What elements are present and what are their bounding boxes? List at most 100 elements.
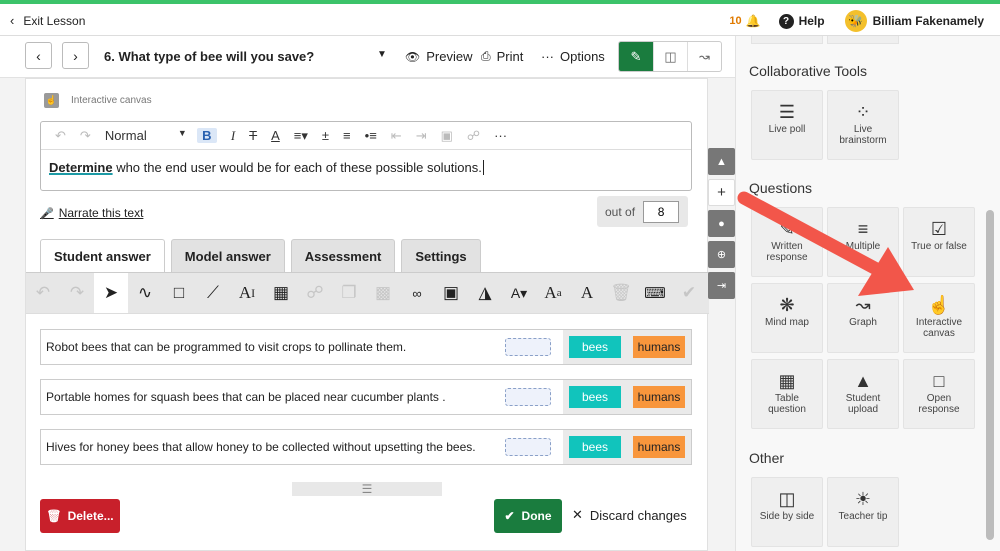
editor-body[interactable]: Determine who the end user would be for … [41,150,691,185]
tool-tile-partial[interactable] [827,36,899,44]
drop-zone[interactable] [505,388,551,406]
italic-icon[interactable]: I [231,128,235,144]
text-color-icon[interactable]: A [570,273,604,313]
options-button[interactable]: ··· Options [541,49,605,64]
next-slide-button[interactable]: › [62,42,89,69]
tool-graph[interactable]: ↝ Graph [827,283,899,353]
rectangle-icon[interactable]: □ [162,273,196,313]
bees-chip[interactable]: bees [569,386,621,408]
formula-icon[interactable]: ± [322,128,329,143]
embed-icon[interactable]: ▣ [441,128,453,144]
align-icon[interactable]: ≡▾ [294,128,308,144]
more-dots-icon[interactable]: ··· [494,128,507,143]
drop-zone[interactable] [505,338,551,356]
points-input[interactable] [643,200,680,223]
group-icon[interactable]: ❐ [332,273,366,313]
present-mode-icon[interactable]: ◫ [653,42,687,71]
sidebar-scrollbar[interactable] [986,210,994,540]
outdent-icon[interactable]: ⇤ [391,128,402,144]
link-icon[interactable]: ☍ [467,128,480,144]
tool-live-poll[interactable]: ☰ Live poll [751,90,823,160]
globe-icon[interactable]: ⊕ [708,241,735,268]
tool-open-response[interactable]: □ Open response [903,359,975,429]
narrate-link[interactable]: 🎤 Narrate this text [40,206,143,220]
analytics-mode-icon[interactable]: ↝ [687,42,721,71]
tool-student-upload[interactable]: ▲ Student upload [827,359,899,429]
checkmark-icon[interactable]: ✔ [672,273,706,313]
redo-icon[interactable]: ↷ [60,273,94,313]
freehand-icon[interactable]: ∿ [128,273,162,313]
prev-slide-button[interactable]: ‹ [25,42,52,69]
text-color-icon[interactable]: A [271,128,280,143]
resize-handle-icon[interactable]: ☰ [292,482,442,496]
bold-icon[interactable]: B [196,128,217,143]
checklist-icon: ☑ [930,218,948,239]
discard-changes-button[interactable]: ✕ Discard changes [572,507,687,523]
font-size-icon[interactable]: A▾ [502,273,536,313]
delete-button[interactable]: 🗑 Delete... [40,499,120,533]
tool-written-response[interactable]: ✎ Written response [751,207,823,277]
line-icon[interactable]: ⟋ [196,273,230,313]
numbered-list-icon[interactable]: ≡ [343,128,351,143]
trash-icon[interactable]: 🗑 [604,273,638,313]
humans-chip[interactable]: humans [633,336,685,358]
add-icon[interactable]: + [708,179,735,206]
lesson-title[interactable]: 6. What type of bee will you save? [104,49,314,64]
tool-multiple-choice[interactable]: ≡ Multiple [827,207,899,277]
strikethrough-icon[interactable]: T [249,128,257,143]
undo-icon[interactable]: ↶ [26,273,60,313]
bell-icon: 🔔 [745,14,761,28]
pencil-icon: ✎ [779,218,795,239]
options-label: Options [560,49,605,64]
bees-chip[interactable]: bees [569,436,621,458]
tab-settings[interactable]: Settings [401,239,481,273]
user-menu[interactable]: 🐝 Billiam Fakenamely [844,10,984,32]
bees-chip[interactable]: bees [569,336,621,358]
image-icon[interactable]: ▦ [264,273,298,313]
bell-icon[interactable]: ▲ [708,148,735,175]
text-style-icon[interactable]: Aa [536,273,570,313]
fill-color-icon[interactable]: ▣ [434,273,468,313]
comment-icon[interactable]: ● [708,210,735,237]
print-button[interactable]: ⎙ Print [481,49,523,64]
text-style-select[interactable]: Normal ▼ [105,128,187,143]
keyboard-icon[interactable]: ⌨ [638,273,672,313]
tool-live-brainstorm[interactable]: ⁘ Live brainstorm [827,90,899,160]
pointer-icon[interactable]: ➤ [94,273,128,313]
tab-model-answer[interactable]: Model answer [170,239,285,273]
prompt-editor[interactable]: ↶ ↷ Normal ▼ B I T A ≡▾ ± ≡ •≡ ⇤ ⇥ ▣ ☍ ··… [40,121,692,191]
points-box: out of [597,196,688,227]
tab-assessment[interactable]: Assessment [290,239,396,273]
tab-student-answer[interactable]: Student answer [40,239,165,273]
point-tool-icon[interactable]: ∞ [400,273,434,313]
humans-chip[interactable]: humans [633,386,685,408]
redo-icon[interactable]: ↷ [80,128,91,144]
collapse-panel-icon[interactable]: ⇥ [708,272,735,299]
humans-chip[interactable]: humans [633,436,685,458]
tool-side-by-side[interactable]: ◫ Side by side [751,477,823,547]
open-response-icon: □ [933,370,945,391]
tool-interactive-canvas[interactable]: ☝ Interactive canvas [903,283,975,353]
bucket-icon[interactable]: ◮ [468,273,502,313]
preview-button[interactable]: 👁 Preview [405,49,472,64]
tool-mind-map[interactable]: ❋ Mind map [751,283,823,353]
tool-true-or-false[interactable]: ☑ True or false [903,207,975,277]
lock-icon[interactable]: ☍ [298,273,332,313]
bring-forward-icon[interactable]: ▩ [366,273,400,313]
bullet-list-icon[interactable]: •≡ [365,128,377,143]
done-button[interactable]: ✔ Done [494,499,562,533]
tool-label: Side by side [759,511,815,522]
indent-icon[interactable]: ⇥ [416,128,427,144]
tool-teacher-tip[interactable]: ☀ Teacher tip [827,477,899,547]
delete-label: Delete... [67,509,114,523]
tool-tile-partial[interactable] [751,36,823,44]
help-button[interactable]: ? Help [778,13,825,29]
exit-lesson-link[interactable]: ‹ Exit Lesson [10,13,85,28]
notifications-button[interactable]: 10 🔔 [729,14,760,28]
edit-mode-pencil-icon[interactable]: ✎ [619,42,653,71]
slide-dropdown-caret-icon[interactable]: ▼ [377,49,387,60]
undo-icon[interactable]: ↶ [55,128,66,144]
drop-zone[interactable] [505,438,551,456]
text-tool-icon[interactable]: AI [230,273,264,313]
tool-table-question[interactable]: ▦ Table question [751,359,823,429]
